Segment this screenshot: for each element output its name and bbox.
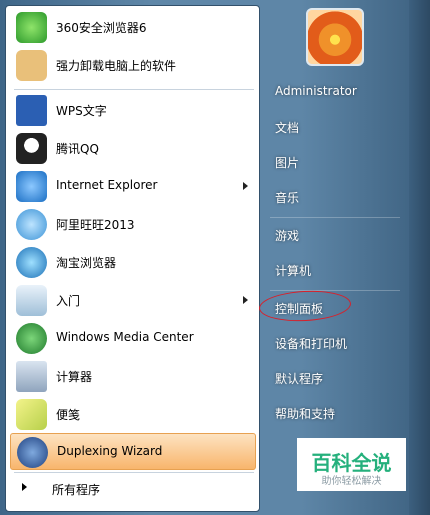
sticky-notes-icon: [16, 399, 47, 430]
program-item-uninstall[interactable]: 强力卸载电脑上的软件: [10, 47, 256, 84]
right-item-music[interactable]: 音乐: [275, 189, 299, 206]
watermark-subtitle: 助你轻松解决: [321, 476, 382, 487]
divider: [270, 290, 400, 291]
program-item-calculator[interactable]: 计算器: [10, 358, 256, 395]
arrow-right-icon: [22, 483, 27, 491]
right-item-computer[interactable]: 计算机: [275, 262, 311, 279]
program-item-sticky-notes[interactable]: 便笺: [10, 396, 256, 433]
highlight-circle: [258, 288, 352, 324]
all-programs-label: 所有程序: [52, 483, 101, 497]
program-label: 强力卸载电脑上的软件: [56, 59, 177, 73]
watermark: 百科全说 助你轻松解决: [297, 438, 406, 491]
program-label: Windows Media Center: [56, 330, 194, 344]
program-label: 360安全浏览器6: [56, 21, 147, 35]
right-item-documents[interactable]: 文档: [275, 119, 299, 136]
ie-icon: [16, 171, 47, 202]
submenu-arrow-icon: [243, 296, 248, 304]
program-label: 淘宝浏览器: [56, 256, 117, 270]
start-menu: 360安全浏览器6 强力卸载电脑上的软件 WPS文字 腾讯QQ Internet…: [0, 0, 430, 515]
360-browser-icon: [16, 12, 47, 43]
program-label: WPS文字: [56, 104, 107, 118]
right-item-help-support[interactable]: 帮助和支持: [275, 405, 335, 422]
right-item-pictures[interactable]: 图片: [275, 154, 299, 171]
duplexing-wizard-icon: [17, 437, 48, 468]
program-label: Internet Explorer: [56, 178, 158, 192]
program-item-media-center[interactable]: Windows Media Center: [10, 320, 256, 357]
divider: [14, 89, 254, 90]
program-label: 便笺: [56, 408, 81, 422]
calculator-icon: [16, 361, 47, 392]
program-item-duplexing-wizard[interactable]: Duplexing Wizard: [10, 433, 256, 470]
program-label: Duplexing Wizard: [57, 444, 163, 458]
uninstall-icon: [16, 50, 47, 81]
right-item-default-programs[interactable]: 默认程序: [275, 370, 323, 387]
aliwangwang-icon: [16, 209, 47, 240]
user-avatar[interactable]: [306, 8, 364, 66]
programs-pane: 360安全浏览器6 强力卸载电脑上的软件 WPS文字 腾讯QQ Internet…: [5, 5, 260, 512]
program-label: 阿里旺旺2013: [56, 218, 135, 232]
taobao-browser-icon: [16, 247, 47, 278]
wps-icon: [16, 95, 47, 126]
program-item-wps[interactable]: WPS文字: [10, 92, 256, 129]
window-edge: [409, 0, 430, 515]
right-item-games[interactable]: 游戏: [275, 227, 299, 244]
qq-icon: [16, 133, 47, 164]
program-item-getting-started[interactable]: 入门: [10, 282, 256, 319]
program-item-taobao-browser[interactable]: 淘宝浏览器: [10, 244, 256, 281]
program-item-aliwangwang[interactable]: 阿里旺旺2013: [10, 206, 256, 243]
program-item-ie[interactable]: Internet Explorer: [10, 168, 256, 205]
getting-started-icon: [16, 285, 47, 316]
all-programs-button[interactable]: 所有程序: [10, 470, 256, 504]
right-item-administrator[interactable]: Administrator: [275, 84, 357, 98]
divider: [270, 217, 400, 218]
media-center-icon: [16, 323, 47, 354]
program-item-360-browser[interactable]: 360安全浏览器6: [10, 9, 256, 46]
right-item-devices-printers[interactable]: 设备和打印机: [275, 335, 347, 352]
program-label: 腾讯QQ: [56, 142, 99, 156]
submenu-arrow-icon: [243, 182, 248, 190]
program-item-qq[interactable]: 腾讯QQ: [10, 130, 256, 167]
program-label: 计算器: [56, 370, 93, 384]
program-label: 入门: [56, 294, 81, 308]
